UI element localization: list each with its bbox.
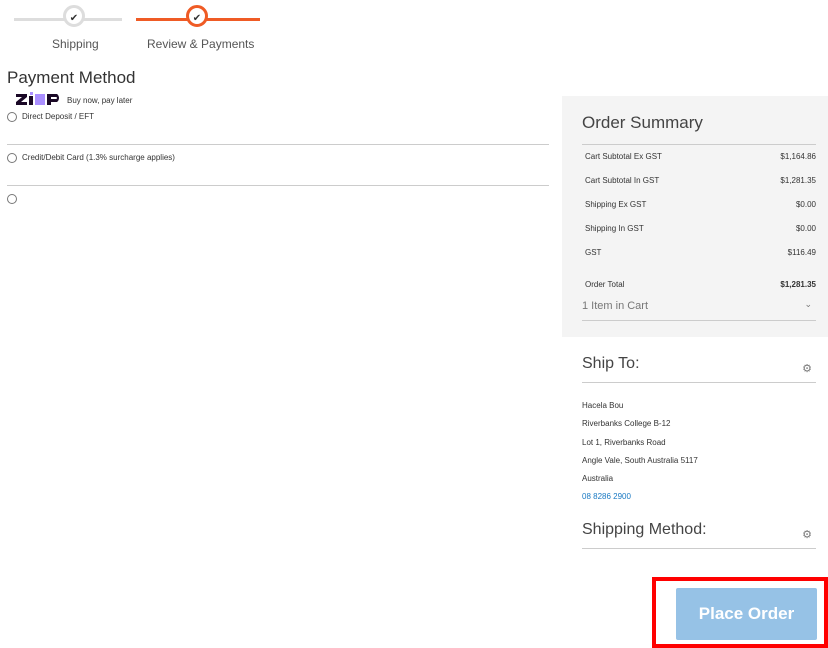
order-total-value: $1,281.35	[780, 280, 816, 289]
place-order-button[interactable]: Place Order	[676, 588, 817, 640]
chevron-down-icon[interactable]: ⌄	[804, 300, 812, 310]
summary-row: Shipping In GST $0.00	[582, 217, 816, 241]
step-shipping-label[interactable]: Shipping	[52, 37, 99, 51]
shipping-address: Hacela Bou Riverbanks College B-12 Lot 1…	[582, 397, 698, 507]
order-summary-title: Order Summary	[582, 113, 703, 132]
summary-row-value: $0.00	[795, 224, 816, 233]
summary-row-label: Shipping In GST	[585, 224, 644, 233]
address-line: Riverbanks College B-12	[582, 419, 671, 429]
payment-methods-list: Direct Deposit / EFT Credit/Debit Card (…	[7, 104, 549, 226]
summary-row-value: $116.49	[787, 248, 816, 257]
address-country: Australia	[582, 474, 614, 484]
step-shipping-marker[interactable]: ✔	[63, 5, 85, 27]
radio-button[interactable]	[7, 194, 17, 204]
summary-row-label: Cart Subtotal In GST	[585, 176, 660, 185]
items-in-cart-toggle[interactable]: 1 Item in Cart ⌄	[582, 295, 816, 321]
address-line: Lot 1, Riverbanks Road	[582, 437, 666, 447]
summary-row: Cart Subtotal Ex GST $1,164.86	[582, 145, 816, 169]
zip-logo-icon[interactable]	[16, 92, 64, 106]
summary-totals: Cart Subtotal Ex GST $1,164.86 Cart Subt…	[582, 144, 816, 299]
order-summary-panel: Order Summary Cart Subtotal Ex GST $1,16…	[562, 96, 828, 337]
summary-row: Cart Subtotal In GST $1,281.35	[582, 169, 816, 193]
payment-option-label[interactable]: Buy now, pay later	[67, 96, 132, 105]
summary-row-value: $1,281.35	[780, 176, 816, 185]
payment-option-credit-card[interactable]: Credit/Debit Card (1.3% surcharge applie…	[7, 145, 549, 186]
order-total-label: Order Total	[585, 280, 625, 289]
checkmark-icon: ✔	[69, 13, 79, 24]
address-line: Angle Vale, South Australia 5117	[582, 455, 698, 465]
gear-icon[interactable]: ⚙	[802, 362, 812, 375]
summary-row-label: GST	[585, 248, 602, 257]
items-in-cart-label[interactable]: 1 Item in Cart	[582, 300, 648, 312]
address-name: Hacela Bou	[582, 401, 624, 410]
summary-row-value: $0.00	[795, 200, 816, 209]
ship-to-header: Ship To: ⚙	[582, 352, 816, 383]
step-review-label: Review & Payments	[147, 37, 255, 51]
shipping-method-header: Shipping Method: ⚙	[582, 518, 816, 549]
checkout-progress-bar: ✔ ✔ Shipping Review & Payments	[0, 0, 270, 56]
payment-option-zip[interactable]	[7, 186, 549, 226]
radio-button[interactable]	[7, 153, 17, 163]
payment-option-label[interactable]: Direct Deposit / EFT	[22, 112, 94, 121]
summary-row-label: Shipping Ex GST	[585, 200, 647, 209]
step-review-marker: ✔	[186, 5, 208, 27]
payment-method-title: Payment Method	[7, 68, 136, 87]
summary-row: Shipping Ex GST $0.00	[582, 193, 816, 217]
payment-option-direct-deposit[interactable]: Direct Deposit / EFT	[7, 104, 549, 145]
radio-button[interactable]	[7, 112, 17, 122]
ship-to-title: Ship To:	[582, 355, 640, 372]
summary-row-value: $1,164.86	[780, 152, 816, 161]
checkmark-icon: ✔	[192, 13, 202, 24]
summary-row-label: Cart Subtotal Ex GST	[585, 152, 662, 161]
shipping-method-title: Shipping Method:	[582, 521, 707, 538]
address-phone-link[interactable]: 08 8286 2900	[582, 488, 698, 506]
payment-option-label[interactable]: Credit/Debit Card (1.3% surcharge applie…	[22, 153, 175, 162]
summary-row: GST $116.49	[582, 241, 816, 265]
gear-icon[interactable]: ⚙	[802, 528, 812, 541]
